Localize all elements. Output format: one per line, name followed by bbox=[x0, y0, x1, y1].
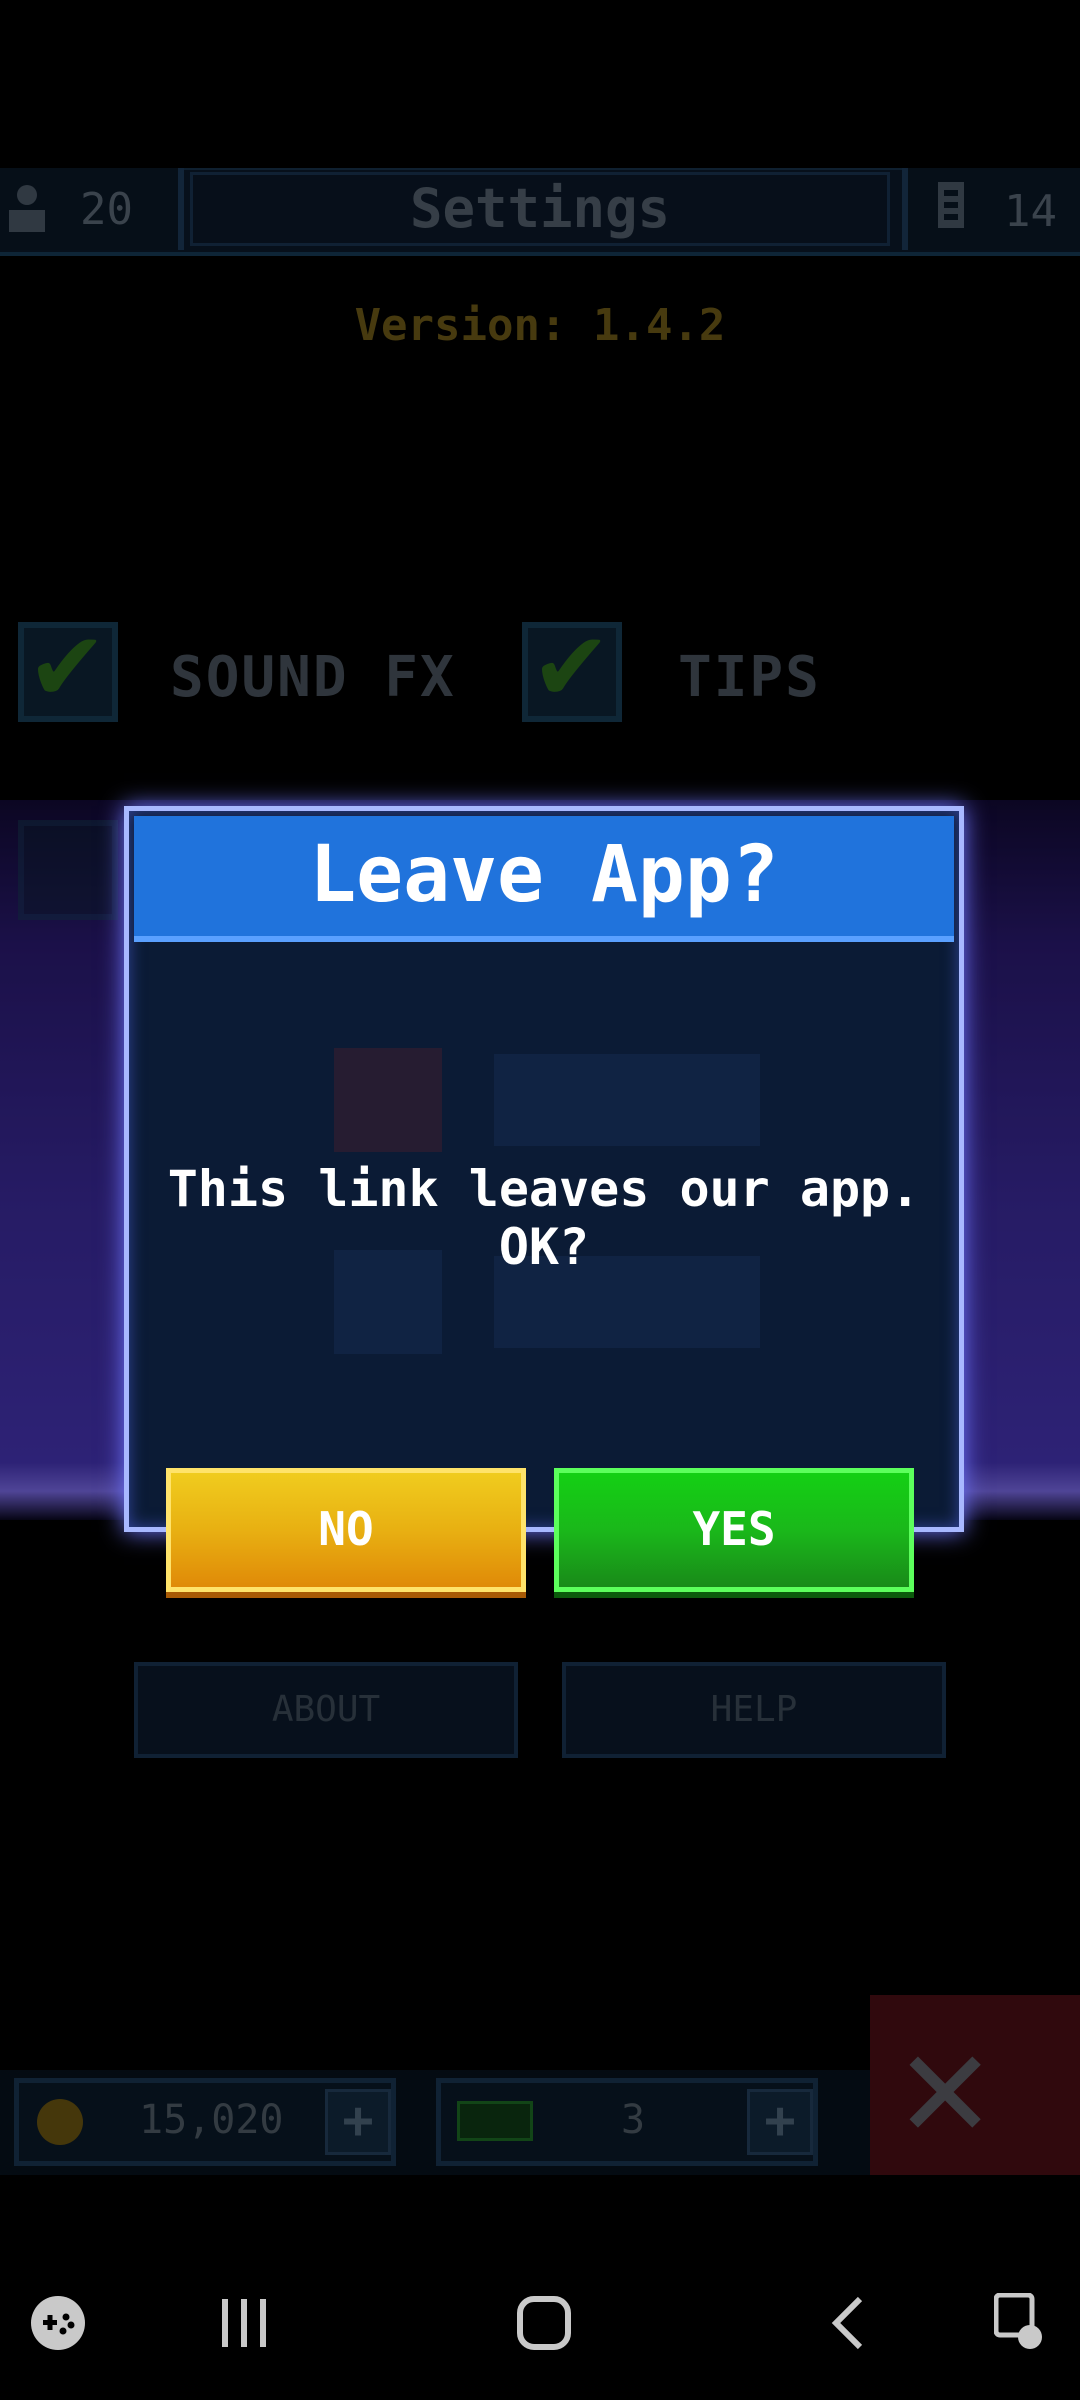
system-nav-bar bbox=[0, 2175, 1080, 2400]
home-icon[interactable] bbox=[516, 2295, 572, 2355]
yes-button[interactable]: YES bbox=[554, 1468, 914, 1592]
google-toggle bbox=[494, 1054, 760, 1146]
gamepad-icon[interactable] bbox=[30, 2295, 86, 2355]
dialog-message: This link leaves our app. OK? bbox=[167, 1160, 921, 1276]
no-button[interactable]: NO bbox=[166, 1468, 526, 1592]
dialog-title: Leave App? bbox=[309, 830, 779, 920]
back-icon[interactable] bbox=[828, 2295, 868, 2355]
google-plus-icon bbox=[334, 1048, 442, 1152]
recents-icon[interactable] bbox=[218, 2297, 270, 2353]
accessibility-icon[interactable] bbox=[993, 2292, 1050, 2357]
